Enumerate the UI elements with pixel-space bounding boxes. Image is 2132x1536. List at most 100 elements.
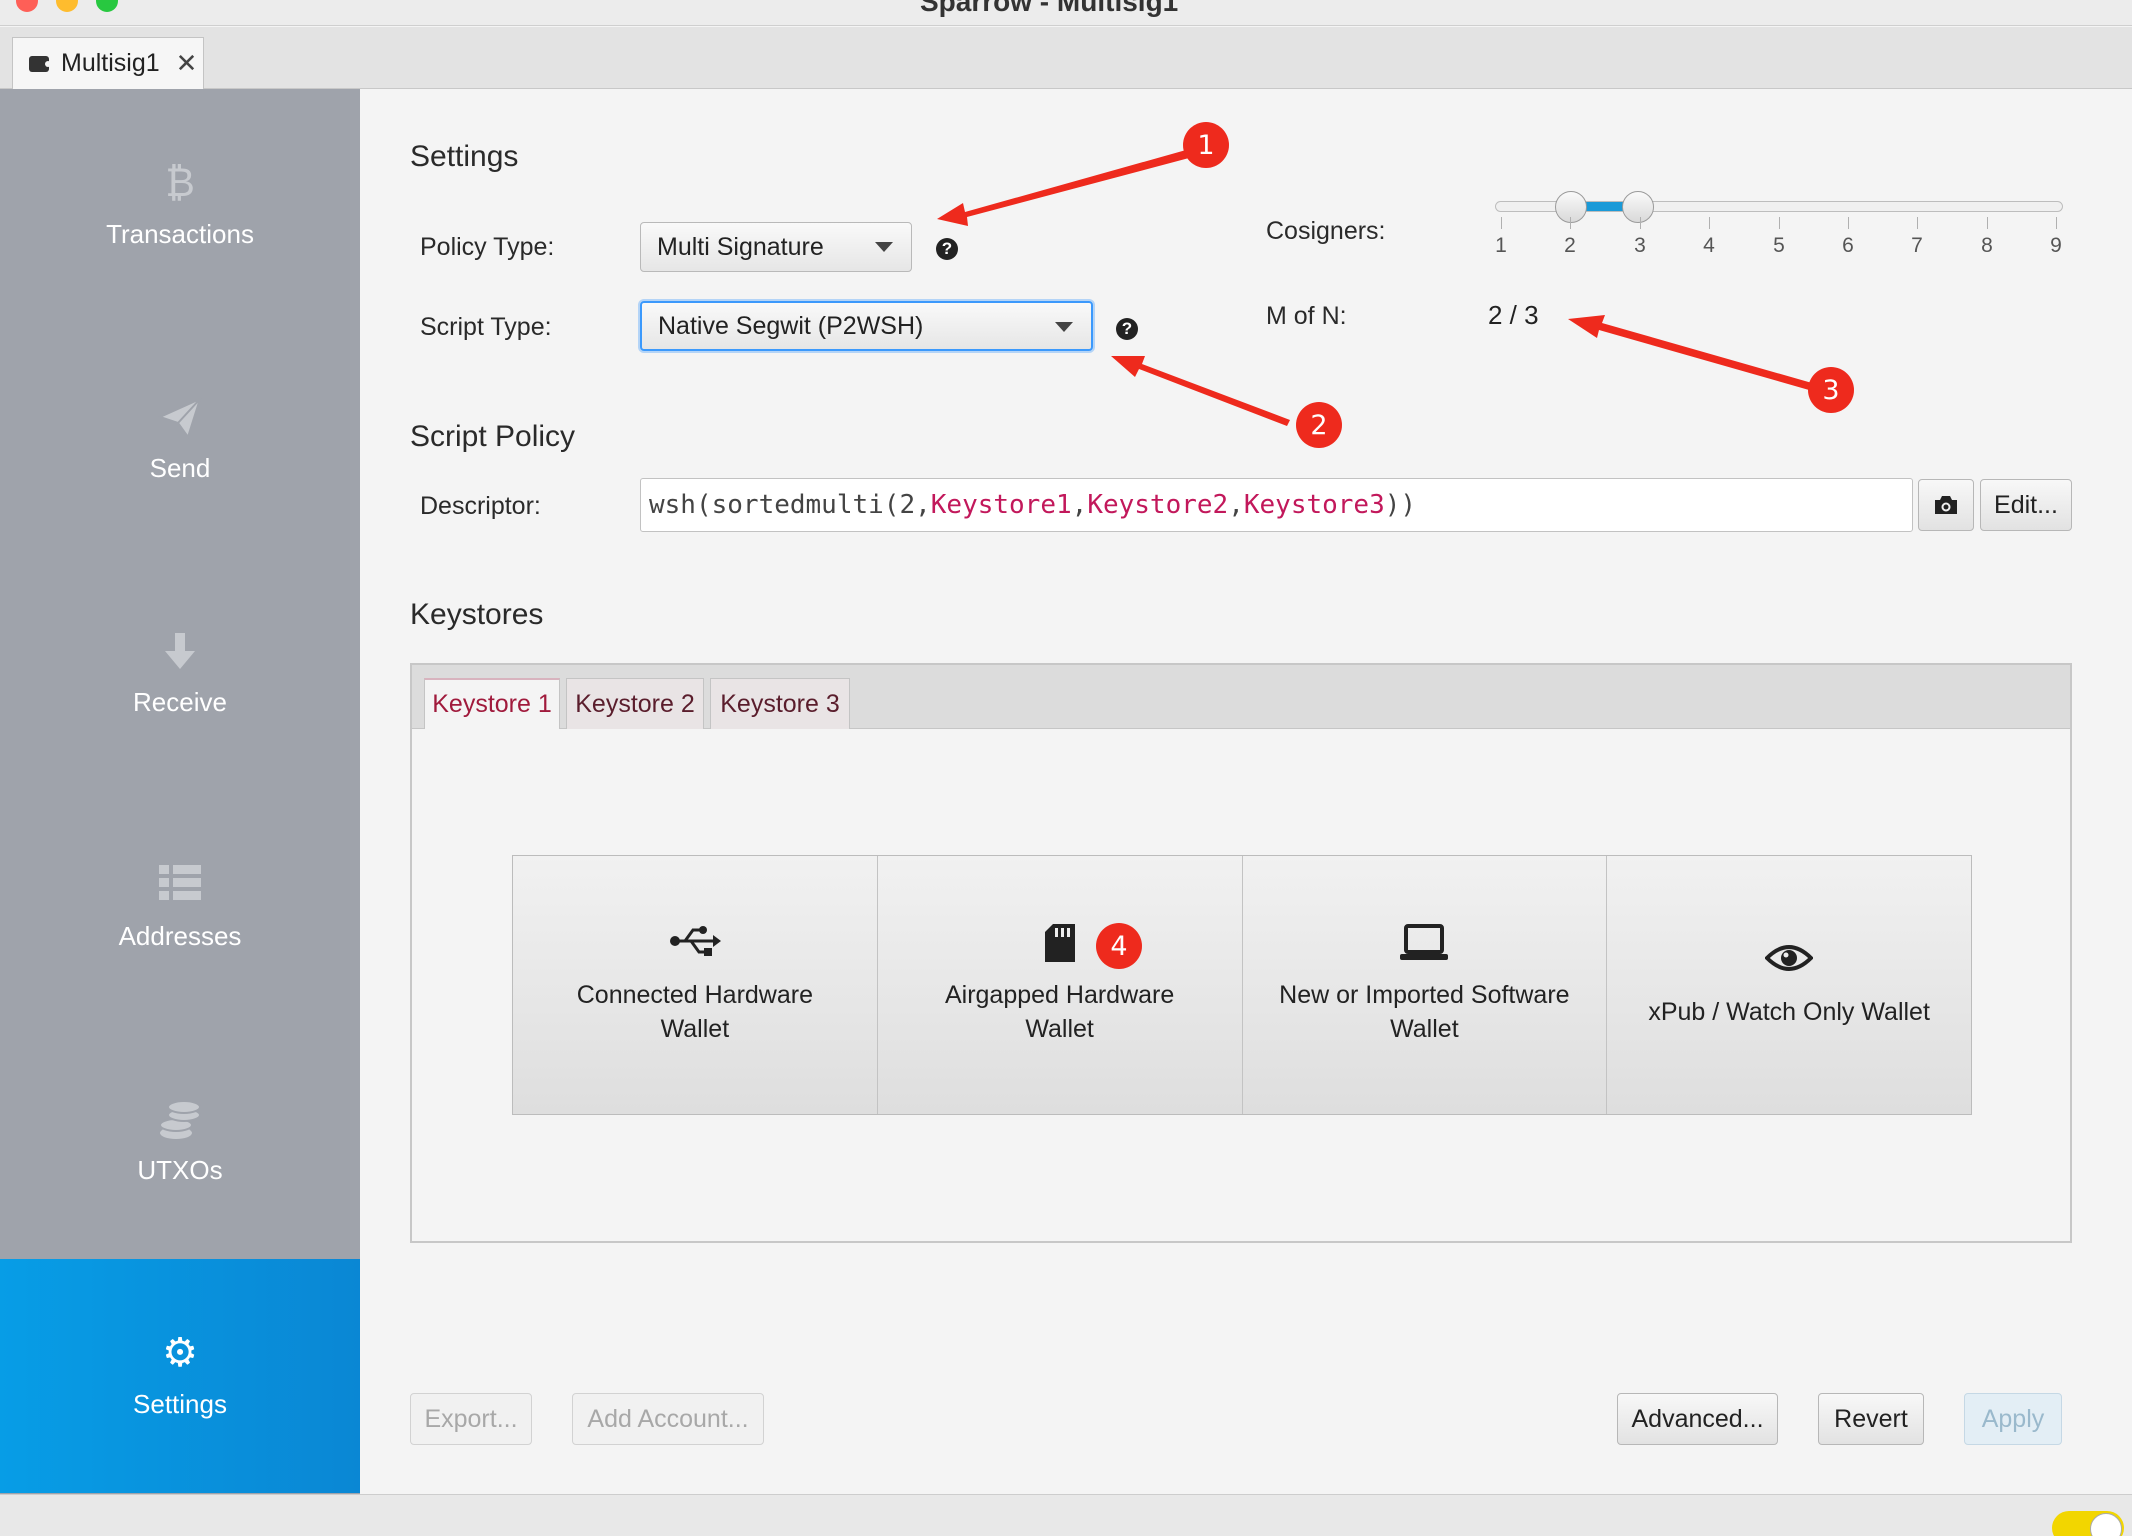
cosigners-slider-thumb-high[interactable]: [1622, 191, 1654, 223]
window-title: Sparrow - Multisig1: [920, 0, 1179, 17]
list-icon: [159, 864, 201, 907]
script-type-label: Script Type:: [420, 313, 552, 341]
bitcoin-icon: ₿: [165, 160, 195, 205]
descriptor-keystore2: Keystore2: [1087, 490, 1229, 520]
close-window-button[interactable]: [16, 0, 38, 12]
cosigners-tick: [1987, 217, 1988, 229]
gear-icon: ⚙: [162, 1330, 198, 1375]
cosigners-tick-label: 1: [1495, 234, 1507, 257]
descriptor-label: Descriptor:: [420, 492, 541, 520]
usb-icon: [669, 924, 721, 966]
cosigners-tick: [2056, 217, 2057, 229]
annotation-badge-2: 2: [1296, 402, 1342, 448]
sidebar-item-label: Addresses: [118, 920, 242, 951]
cosigners-slider-thumb-low[interactable]: [1555, 191, 1587, 223]
sidebar-item-label: Settings: [133, 1388, 227, 1419]
airgapped-hardware-wallet-button[interactable]: Airgapped Hardware Wallet: [877, 856, 1243, 1114]
sidebar-item-send[interactable]: Send: [0, 323, 360, 557]
cosigners-label: Cosigners:: [1266, 217, 1386, 245]
policy-type-label: Policy Type:: [420, 233, 555, 261]
new-or-imported-software-wallet-button[interactable]: New or Imported Software Wallet: [1242, 856, 1608, 1114]
zoom-window-button[interactable]: [96, 0, 118, 12]
descriptor-separator: ,: [1071, 490, 1088, 520]
option-line2: Wallet: [1025, 1015, 1094, 1043]
descriptor-keystore3: Keystore3: [1243, 490, 1385, 520]
scan-qr-button[interactable]: [1918, 479, 1974, 531]
policy-type-help-icon[interactable]: ?: [936, 238, 958, 260]
keystore-source-buttons: Connected Hardware Wallet Airgapped Hardw…: [512, 855, 1972, 1115]
option-line1: xPub / Watch Only Wallet: [1648, 998, 1930, 1026]
eye-icon: [1764, 941, 1814, 983]
sidebar: ₿ Transactions Send Receive Addresses UT…: [0, 89, 360, 1494]
tab-keystore-3[interactable]: Keystore 3: [710, 678, 850, 729]
status-bar: [0, 1494, 2132, 1536]
descriptor-suffix: )): [1384, 490, 1417, 520]
cosigners-tick: [1917, 217, 1918, 229]
sd-card-icon: [1044, 924, 1075, 966]
cosigners-tick: [1709, 217, 1710, 229]
cosigners-tick-label: 6: [1842, 234, 1854, 257]
cosigners-tick-label: 4: [1703, 234, 1715, 257]
chevron-down-icon: [875, 242, 893, 252]
document-tab-strip: Multisig1 ✕: [0, 27, 2132, 89]
script-type-value: Native Segwit (P2WSH): [658, 311, 924, 340]
server-connection-toggle[interactable]: [2052, 1511, 2124, 1536]
script-policy-title: Script Policy: [410, 420, 576, 453]
tab-keystore-1[interactable]: Keystore 1: [424, 678, 560, 729]
close-tab-icon[interactable]: ✕: [176, 48, 198, 79]
settings-title: Settings: [410, 140, 519, 173]
cosigners-tick-label: 3: [1634, 234, 1646, 257]
coins-icon: [158, 1099, 202, 1141]
cosigners-tick: [1640, 217, 1641, 229]
cosigners-tick: [1501, 217, 1502, 229]
annotation-badge-4: 4: [1096, 923, 1142, 969]
sidebar-item-transactions[interactable]: ₿ Transactions: [0, 89, 360, 323]
keystores-tab-bar: Keystore 1 Keystore 2 Keystore 3: [412, 665, 2070, 729]
sidebar-item-addresses[interactable]: Addresses: [0, 791, 360, 1025]
option-line2: Wallet: [1390, 1015, 1459, 1043]
apply-button[interactable]: Apply: [1964, 1393, 2062, 1445]
laptop-icon: [1400, 924, 1449, 966]
keystores-title: Keystores: [410, 598, 544, 631]
export-button[interactable]: Export...: [410, 1393, 532, 1445]
advanced-button[interactable]: Advanced...: [1617, 1393, 1778, 1445]
paper-plane-icon: [157, 396, 202, 439]
cosigners-tick: [1779, 217, 1780, 229]
edit-descriptor-button[interactable]: Edit...: [1980, 479, 2072, 531]
script-type-select[interactable]: Native Segwit (P2WSH): [640, 301, 1093, 351]
cosigners-tick-label: 5: [1773, 234, 1785, 257]
title-bar: Sparrow - Multisig1: [0, 0, 2132, 26]
option-line1: New or Imported Software: [1279, 981, 1570, 1009]
connected-hardware-wallet-button[interactable]: Connected Hardware Wallet: [513, 856, 878, 1114]
xpub-watch-only-wallet-button[interactable]: xPub / Watch Only Wallet: [1607, 856, 1971, 1114]
policy-type-select[interactable]: Multi Signature: [640, 222, 912, 272]
cosigners-tick-label: 2: [1564, 234, 1576, 257]
sidebar-item-label: Receive: [133, 686, 227, 717]
script-type-help-icon[interactable]: ?: [1116, 318, 1138, 340]
minimize-window-button[interactable]: [56, 0, 78, 12]
option-line1: Connected Hardware: [576, 981, 813, 1009]
descriptor-prefix: wsh(sortedmulti(2,: [649, 490, 931, 520]
sidebar-item-settings[interactable]: ⚙ Settings: [0, 1259, 360, 1493]
arrow-2: [1111, 356, 1290, 426]
wallet-icon: [29, 55, 51, 72]
descriptor-input[interactable]: wsh(sortedmulti(2, Keystore1, Keystore2, Ke…: [640, 478, 1913, 532]
descriptor-keystore1: Keystore1: [930, 490, 1072, 520]
sidebar-item-label: UTXOs: [137, 1154, 223, 1185]
cosigners-tick: [1570, 217, 1571, 229]
cosigners-tick: [1848, 217, 1849, 229]
tab-keystore-2[interactable]: Keystore 2: [566, 678, 704, 729]
annotation-badge-3: 3: [1808, 367, 1854, 413]
revert-button[interactable]: Revert: [1818, 1393, 1924, 1445]
arrow-3: [1568, 315, 1812, 390]
camera-icon: [1935, 496, 1957, 514]
sidebar-item-receive[interactable]: Receive: [0, 557, 360, 791]
add-account-button[interactable]: Add Account...: [572, 1393, 764, 1445]
sidebar-item-utxos[interactable]: UTXOs: [0, 1025, 360, 1259]
chevron-down-icon: [1055, 322, 1073, 332]
policy-type-value: Multi Signature: [657, 232, 824, 261]
tab-multisig1[interactable]: Multisig1 ✕: [12, 37, 204, 89]
annotation-badge-1: 1: [1183, 122, 1229, 168]
cosigners-tick-label: 7: [1911, 234, 1923, 257]
cosigners-tick-label: 8: [1981, 234, 1993, 257]
